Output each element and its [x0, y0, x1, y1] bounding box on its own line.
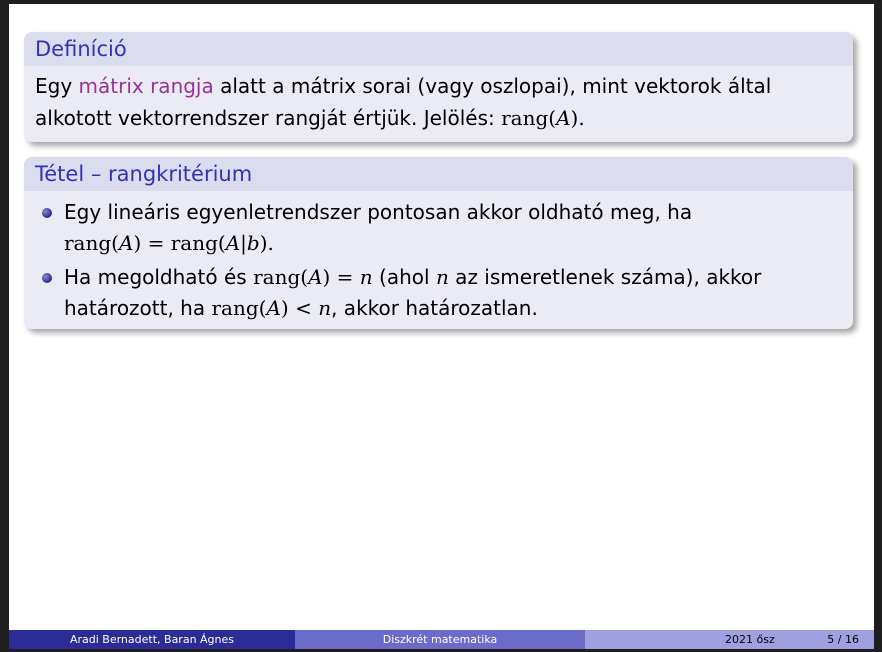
- notation-close: ).: [570, 106, 585, 130]
- definition-block: Definíció Egy mátrix rangja alatt a mátr…: [24, 32, 853, 142]
- notation-var: A: [556, 106, 571, 130]
- item1-text: Egy lineáris egyenletrendszer pontosan a…: [64, 200, 693, 224]
- theorem-title: Tétel – rangkritérium: [24, 157, 853, 191]
- item2-v4: A: [266, 296, 281, 320]
- slide: Definíció Egy mátrix rangja alatt a mátr…: [9, 4, 874, 649]
- item2-t2: (ahol: [372, 265, 436, 289]
- definition-title: Definíció: [24, 32, 853, 66]
- item2-v5: n: [318, 296, 332, 320]
- item1-bar: |: [240, 231, 247, 255]
- item2-t1: Ha megoldható és: [64, 265, 254, 289]
- footer-course: Diszkrét matematika: [295, 630, 585, 649]
- item1-var-c: b: [246, 231, 260, 255]
- item2-m1: rang(: [253, 265, 309, 289]
- item2-m4: ) <: [280, 296, 319, 320]
- definition-highlight: mátrix rangja: [78, 74, 214, 98]
- bullet-icon: [42, 273, 52, 283]
- theorem-list: Egy lineáris egyenletrendszer pontosan a…: [24, 191, 853, 329]
- item1-var-a: A: [118, 231, 134, 255]
- item2-m3: rang(: [211, 296, 267, 320]
- footer-authors: Aradi Bernadett, Baran Ágnes: [9, 630, 295, 649]
- list-item: Ha megoldható és rang(A) = n (ahol n az …: [38, 262, 853, 324]
- item2-m2: ) =: [322, 265, 360, 289]
- footer-page-number: 5 / 16: [827, 633, 859, 646]
- item1-var-b: A: [225, 231, 241, 255]
- item1-math-c: ).: [259, 231, 274, 255]
- item1-math-b: ) = rang(: [133, 231, 226, 255]
- theorem-block: Tétel – rangkritérium Egy lineáris egyen…: [24, 157, 853, 329]
- item2-v3: n: [435, 265, 449, 289]
- bullet-icon: [42, 208, 52, 218]
- item2-v2: n: [359, 265, 373, 289]
- list-item: Egy lineáris egyenletrendszer pontosan a…: [38, 197, 853, 259]
- footer-bar: Aradi Bernadett, Baran Ágnes Diszkrét ma…: [9, 630, 874, 649]
- footer-date: 2021 ősz: [725, 633, 775, 646]
- item2-t4: , akkor határozatlan.: [331, 296, 538, 320]
- footer-info: 2021 ősz 5 / 16: [585, 630, 874, 649]
- item1-math-a: rang(: [64, 231, 119, 255]
- notation-op: rang(: [501, 106, 557, 130]
- definition-text-before: Egy: [35, 74, 79, 98]
- item2-v1: A: [308, 265, 323, 289]
- definition-body: Egy mátrix rangja alatt a mátrix sorai (…: [24, 66, 853, 142]
